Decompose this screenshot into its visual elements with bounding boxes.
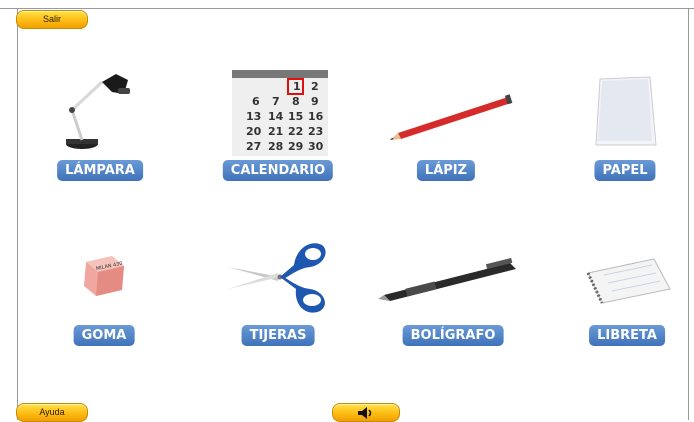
- calendar-number: 9: [311, 95, 319, 108]
- calendar-number: 22: [288, 125, 303, 138]
- item-libreta[interactable]: LIBRETA: [582, 255, 672, 350]
- calendar-icon: 1 2 6 7 8 9 13 14 15 16 20 21 22 23 27 2…: [232, 70, 328, 156]
- item-goma[interactable]: MILAN 430 GOMA: [70, 250, 135, 350]
- item-lapiz[interactable]: LÁPIZ: [390, 80, 515, 185]
- calendar-number: 2: [311, 80, 319, 93]
- frame-left-border: [17, 8, 18, 420]
- calendar-number: 15: [288, 110, 303, 123]
- calendar-number: 30: [308, 140, 324, 153]
- calendar-number: 7: [272, 95, 280, 108]
- calendar-number: 8: [292, 95, 300, 108]
- paper-icon: [595, 76, 657, 146]
- sound-button[interactable]: [332, 403, 400, 422]
- eraser-icon: MILAN 430: [84, 256, 124, 296]
- scissors-icon: [228, 243, 326, 313]
- item-calendario[interactable]: 1 2 6 7 8 9 13 14 15 16 20 21 22 23 27 2…: [222, 68, 337, 183]
- label-tijeras: TIJERAS: [241, 325, 315, 346]
- help-button[interactable]: Ayuda: [16, 403, 88, 422]
- label-papel: PAPEL: [594, 160, 656, 181]
- label-calendario: CALENDARIO: [222, 160, 334, 181]
- item-boligrafo[interactable]: BOLÍGRAFO: [378, 255, 528, 350]
- calendar-number: 29: [288, 140, 303, 153]
- speaker-icon: [358, 407, 372, 419]
- label-lampara: LÁMPARA: [57, 160, 143, 181]
- pen-icon: [378, 257, 516, 301]
- label-libreta: LIBRETA: [589, 325, 665, 346]
- item-papel[interactable]: PAPEL: [590, 75, 660, 185]
- frame-right-border: [688, 8, 689, 420]
- exit-button[interactable]: Salir: [16, 10, 88, 29]
- calendar-number: 16: [308, 110, 324, 123]
- item-tijeras[interactable]: TIJERAS: [222, 235, 337, 350]
- calendar-number: 21: [268, 125, 283, 138]
- label-boligrafo: BOLÍGRAFO: [402, 325, 504, 346]
- lamp-icon: [66, 74, 130, 149]
- calendar-number: 1: [293, 80, 301, 93]
- calendar-number: 13: [246, 110, 261, 123]
- frame-top-border: [0, 8, 694, 9]
- label-goma: GOMA: [73, 325, 135, 346]
- calendar-number: 28: [268, 140, 283, 153]
- item-lampara[interactable]: LÁMPARA: [50, 70, 160, 185]
- notebook-icon: [586, 258, 671, 304]
- calendar-number: 14: [268, 110, 284, 123]
- label-lapiz: LÁPIZ: [416, 160, 476, 181]
- calendar-number: 23: [308, 125, 323, 138]
- calendar-number: 6: [252, 95, 260, 108]
- pencil-icon: [390, 94, 513, 140]
- calendar-number: 20: [246, 125, 262, 138]
- calendar-number: 27: [246, 140, 261, 153]
